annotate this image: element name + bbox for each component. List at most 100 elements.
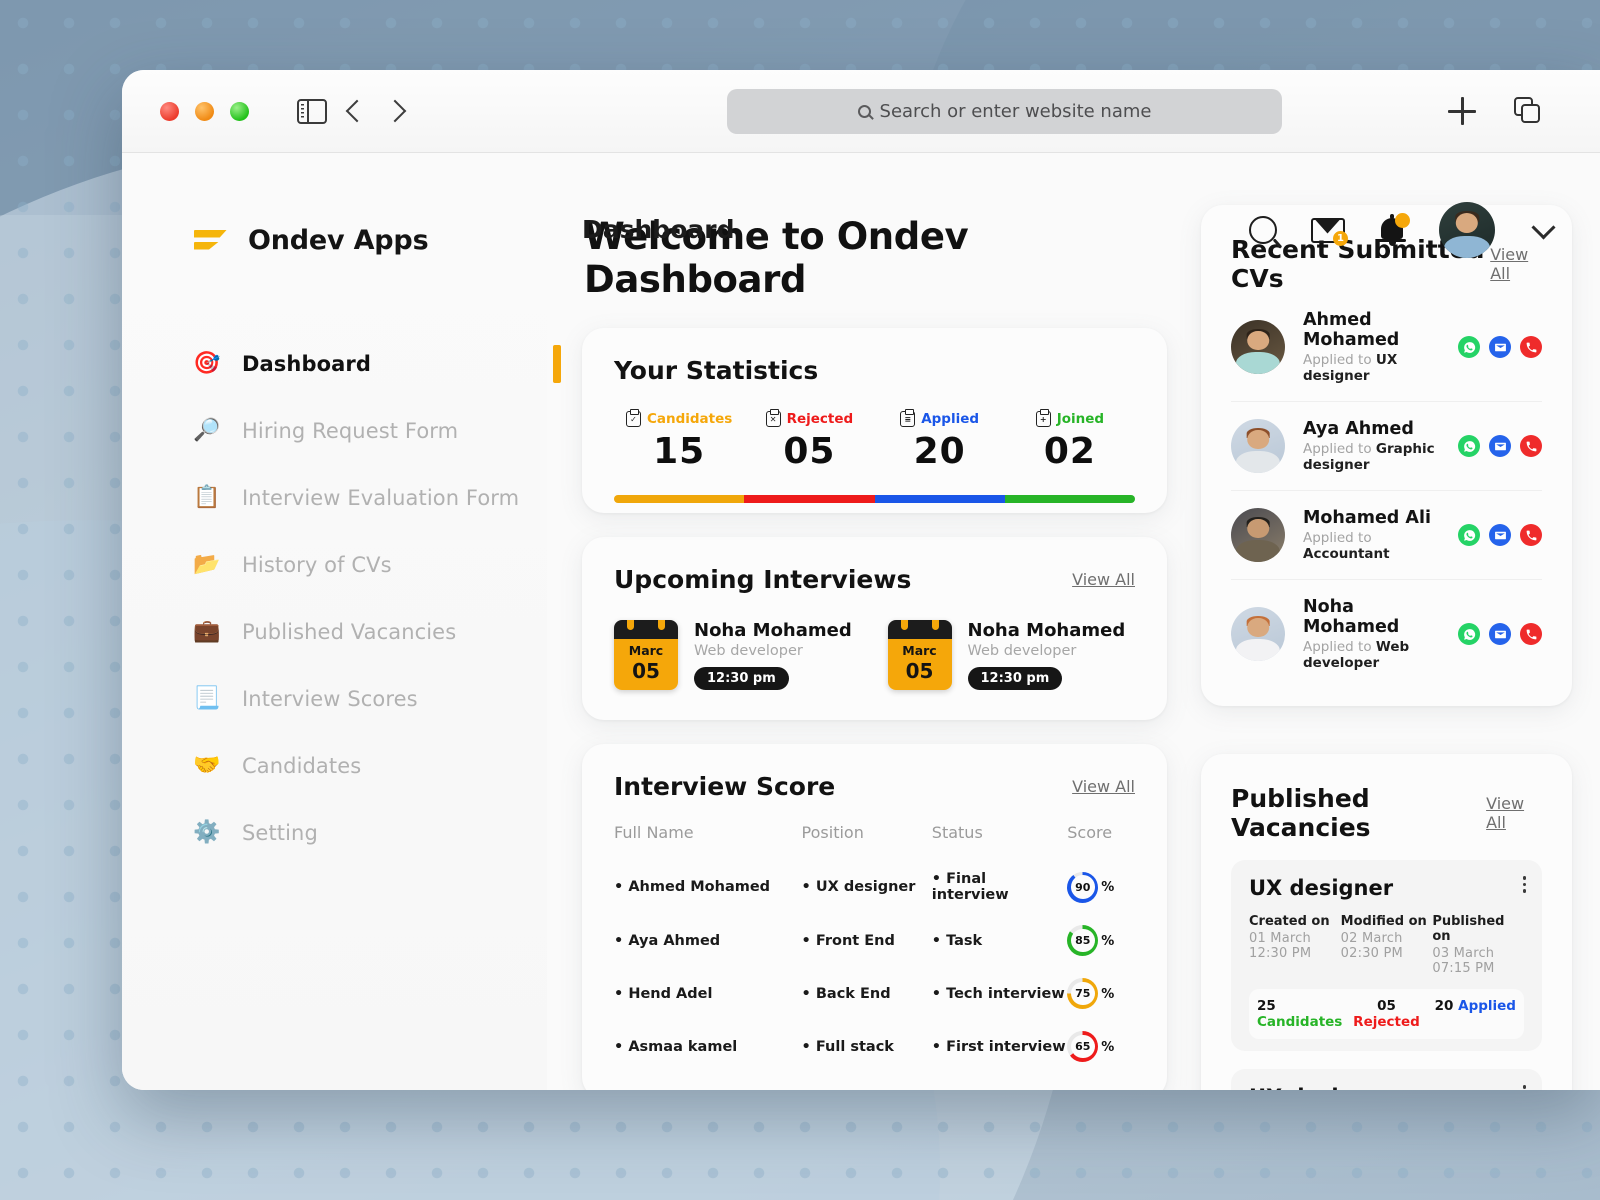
phone-icon[interactable] xyxy=(1520,623,1542,645)
stat-label: Candidates xyxy=(1257,1014,1343,1030)
sidebar: Ondev Apps 🎯 Dashboard 🔎 Hiring Request … xyxy=(122,153,561,1090)
sidebar-item-label: Interview Scores xyxy=(242,686,418,711)
sidebar-item-candidates[interactable]: 🤝 Candidates xyxy=(193,732,547,799)
cell-full-name: Asmaa kamel xyxy=(614,1020,802,1073)
active-indicator xyxy=(553,345,561,383)
tab-overview-icon[interactable] xyxy=(1514,97,1542,125)
published-vacancies-view-all-link[interactable]: View All xyxy=(1486,794,1542,832)
candidate-applied-to: Applied to UX designer xyxy=(1303,352,1440,384)
sidebar-item-label: Candidates xyxy=(242,753,362,778)
table-row[interactable]: Ahmed Mohamed UX designer Final intervie… xyxy=(614,860,1135,914)
chevron-down-icon[interactable] xyxy=(1531,214,1556,240)
phone-icon[interactable] xyxy=(1520,336,1542,358)
whatsapp-icon[interactable] xyxy=(1458,336,1480,358)
zoom-window-button[interactable] xyxy=(230,101,249,121)
search-icon[interactable] xyxy=(1249,216,1277,244)
stat-applied: ≡ Applied 20 xyxy=(875,409,1005,472)
app-root: Ondev Apps 🎯 Dashboard 🔎 Hiring Request … xyxy=(122,153,1600,1090)
vacancy-meta-published: Published on 03 March 07:15 PM xyxy=(1432,914,1524,976)
list-item[interactable]: Mohamed Ali Applied to Accountant xyxy=(1231,491,1542,580)
cell-position: Full stack xyxy=(802,1020,932,1073)
document-search-icon: 🔎 xyxy=(193,418,221,443)
close-window-button[interactable] xyxy=(160,101,179,121)
sidebar-toggle-icon[interactable] xyxy=(297,98,327,124)
stat-rejected: ✕ Rejected 05 xyxy=(744,409,874,472)
applied-prefix: Applied to xyxy=(1303,639,1372,655)
whatsapp-icon[interactable] xyxy=(1458,623,1480,645)
stat-candidates: ✓ Candidates 15 xyxy=(614,409,744,472)
phone-icon[interactable] xyxy=(1520,435,1542,457)
interview-role: Web developer xyxy=(694,643,803,659)
stat-count: 05 xyxy=(1377,998,1396,1014)
clipboard-plus-icon: + xyxy=(1035,409,1051,427)
list-item[interactable]: Aya Ahmed Applied to Graphic designer xyxy=(1231,402,1542,491)
avatar[interactable] xyxy=(1439,202,1495,258)
brand-name: Ondev Apps xyxy=(248,225,429,256)
upcoming-view-all-link[interactable]: View All xyxy=(1072,570,1135,589)
score-value: 65 xyxy=(1075,1040,1091,1053)
phone-icon[interactable] xyxy=(1520,524,1542,546)
mail-icon[interactable] xyxy=(1489,623,1511,645)
table-row[interactable]: Hend Adel Back End Tech interview 75 % xyxy=(614,967,1135,1020)
vacancy-title: UX designer xyxy=(1249,876,1394,900)
list-item[interactable]: Noha Mohamed Applied to Web developer xyxy=(1231,580,1542,688)
mail-icon[interactable] xyxy=(1489,435,1511,457)
minimize-window-button[interactable] xyxy=(195,101,214,121)
cell-status: First interview xyxy=(932,1020,1067,1073)
mail-icon[interactable] xyxy=(1489,524,1511,546)
mail-icon[interactable] xyxy=(1489,336,1511,358)
upcoming-interviews-card: Upcoming Interviews View All Marc 05 Noh… xyxy=(582,537,1167,720)
avatar xyxy=(1231,419,1285,473)
sidebar-item-interview-evaluation-form[interactable]: 📋 Interview Evaluation Form xyxy=(193,464,547,531)
sidebar-item-published-vacancies[interactable]: 💼 Published Vacancies xyxy=(193,598,547,665)
sidebar-item-dashboard[interactable]: 🎯 Dashboard xyxy=(193,330,561,397)
mail-icon[interactable]: 1 xyxy=(1311,217,1348,246)
sidebar-item-hiring-request-form[interactable]: 🔎 Hiring Request Form xyxy=(193,397,547,464)
clipboard-list-icon: ≡ xyxy=(900,409,916,427)
bell-icon[interactable] xyxy=(1378,213,1410,246)
score-ring: 85 xyxy=(1067,925,1099,956)
meta-value: 03 March 07:15 PM xyxy=(1432,946,1495,976)
interview-score-title: Interview Score xyxy=(614,772,836,801)
gear-icon: ⚙️ xyxy=(193,820,221,845)
score-unit: % xyxy=(1101,986,1115,1002)
more-options-icon[interactable] xyxy=(1522,1085,1526,1090)
meta-key: Modified on xyxy=(1340,914,1427,929)
more-options-icon[interactable] xyxy=(1522,876,1526,893)
calendar-day: 05 xyxy=(905,659,934,683)
whatsapp-icon[interactable] xyxy=(1458,524,1480,546)
interview-time-badge: 12:30 pm xyxy=(694,667,789,690)
forward-arrow-icon[interactable] xyxy=(383,99,407,123)
interview-item[interactable]: Marc 05 Noha Mohamed Web developer 12:30… xyxy=(887,620,1136,690)
score-value: 85 xyxy=(1075,934,1091,947)
new-tab-icon[interactable] xyxy=(1448,97,1476,125)
score-unit: % xyxy=(1101,933,1115,949)
candidate-name: Ahmed Mohamed xyxy=(1303,310,1400,350)
vacancy-card[interactable]: UX designer Created on 01 March 12:30 PM… xyxy=(1231,1069,1542,1090)
avatar xyxy=(1231,508,1285,562)
interview-item[interactable]: Marc 05 Noha Mohamed Web developer 12:30… xyxy=(614,620,862,690)
vacancy-card[interactable]: UX designer Created on 01 March 12:30 PM… xyxy=(1231,860,1542,1051)
meta-key: Published on xyxy=(1432,914,1505,944)
interview-score-view-all-link[interactable]: View All xyxy=(1072,777,1135,796)
sidebar-item-history-of-cvs[interactable]: 📂 History of CVs xyxy=(193,531,547,598)
whatsapp-icon[interactable] xyxy=(1458,435,1480,457)
upcoming-title: Upcoming Interviews xyxy=(614,565,912,594)
score-ring: 75 xyxy=(1067,978,1099,1009)
briefcase-icon: 💼 xyxy=(193,619,221,644)
address-bar[interactable]: Search or enter website name xyxy=(727,88,1282,134)
sidebar-nav: 🎯 Dashboard 🔎 Hiring Request Form 📋 Inte… xyxy=(193,330,561,866)
sidebar-item-setting[interactable]: ⚙️ Setting xyxy=(193,799,547,866)
table-row[interactable]: Aya Ahmed Front End Task 85 % xyxy=(614,914,1135,967)
table-row[interactable]: Asmaa kamel Full stack First interview 6… xyxy=(614,1020,1135,1073)
handshake-icon: 🤝 xyxy=(193,753,221,778)
cell-position: UX designer xyxy=(802,860,932,914)
sidebar-item-interview-scores[interactable]: 📃 Interview Scores xyxy=(193,665,547,732)
back-arrow-icon[interactable] xyxy=(345,99,369,123)
window-controls[interactable] xyxy=(160,101,249,121)
avatar xyxy=(1231,607,1285,661)
column-header-score: Score xyxy=(1067,823,1113,842)
vacancy-stat-rejected: 05 Rejected xyxy=(1343,998,1429,1030)
list-item[interactable]: Ahmed Mohamed Applied to UX designer xyxy=(1231,293,1542,402)
stat-value: 05 xyxy=(783,431,836,472)
